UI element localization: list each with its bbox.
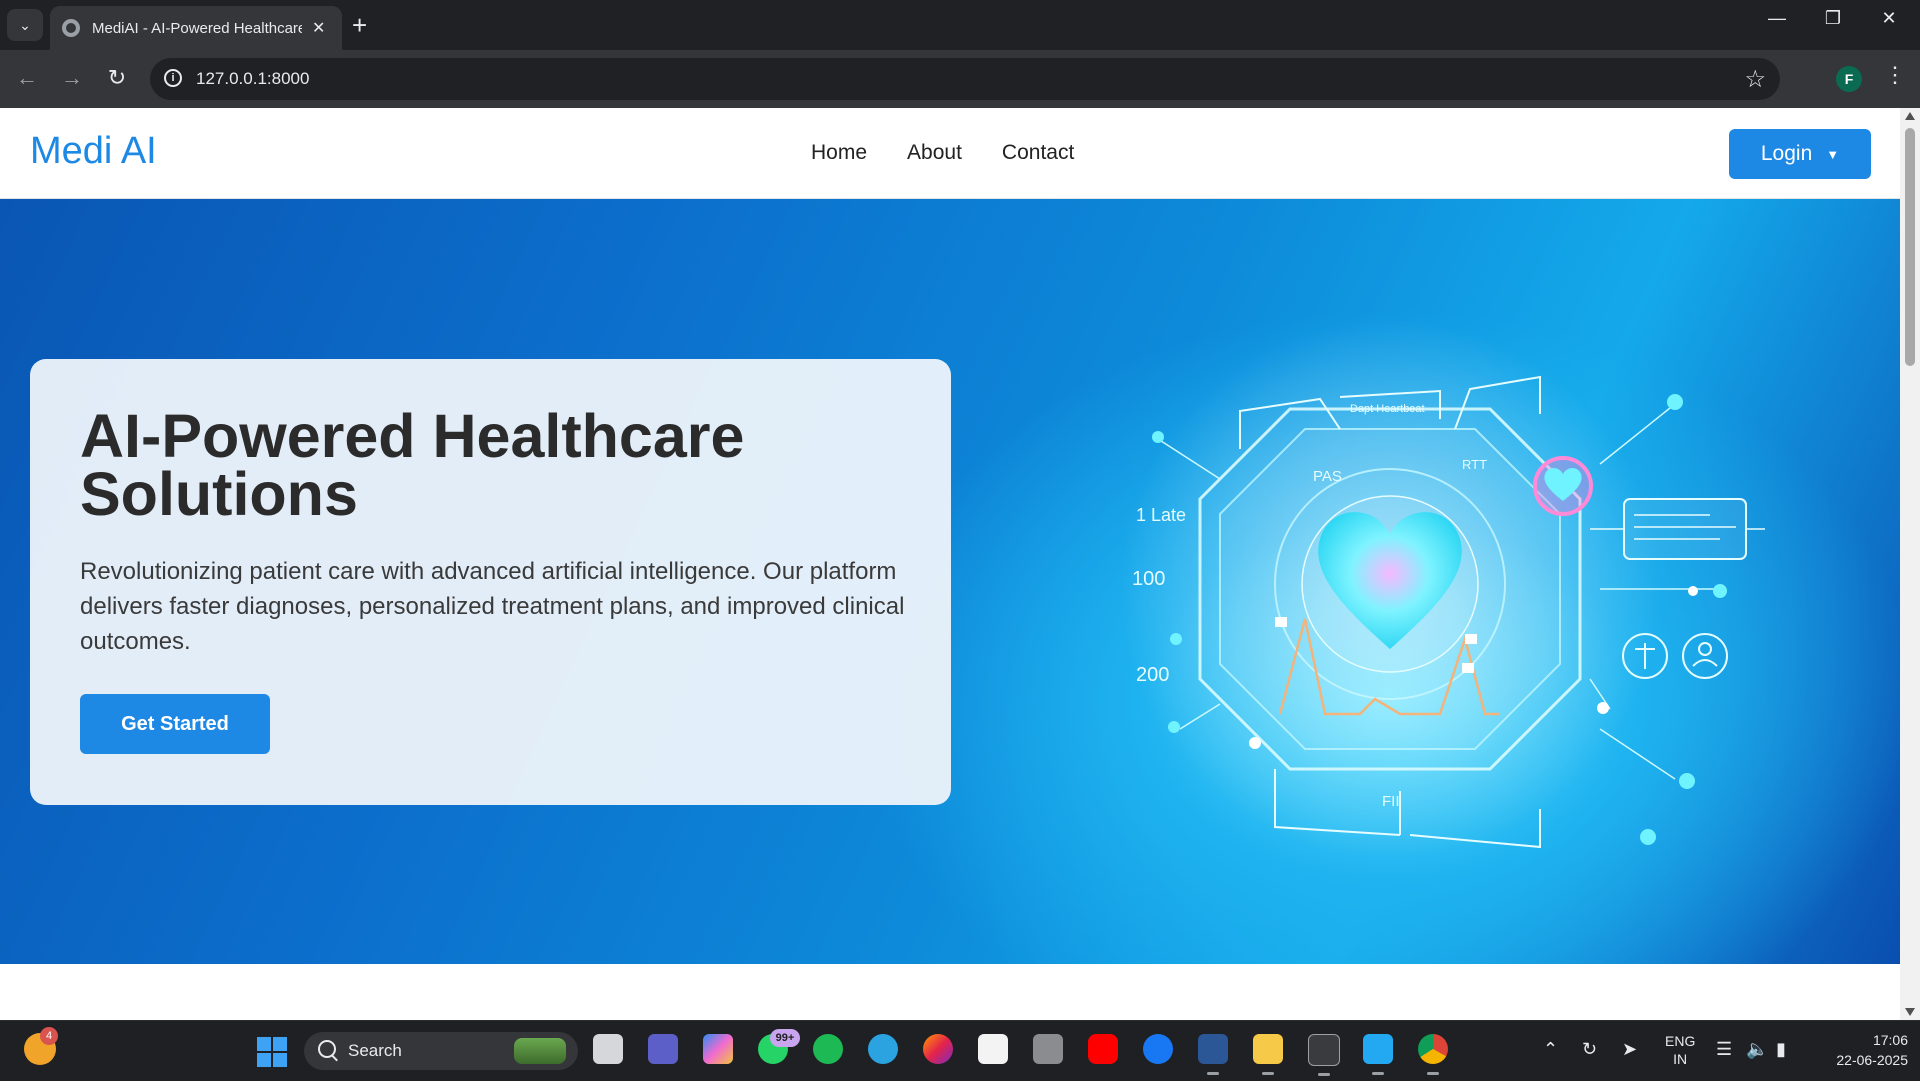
site-navbar: Medi AI Home About Contact Login ▼	[0, 108, 1900, 199]
hero-subtitle: Revolutionizing patient care with advanc…	[80, 558, 905, 655]
hero-title: AI-Powered Healthcare Solutions	[80, 402, 745, 528]
profile-avatar[interactable]: F	[1836, 66, 1862, 92]
scrollbar-thumb[interactable]	[1905, 128, 1915, 366]
scroll-up-arrow-icon[interactable]	[1905, 112, 1915, 120]
weather-widget-icon[interactable]: 4	[24, 1027, 58, 1065]
teams-icon[interactable]	[648, 1034, 678, 1064]
file-explorer-icon[interactable]	[1253, 1034, 1283, 1075]
browser-toolbar: ← → ↻ i 127.0.0.1:8000 ☆ F ⋮	[0, 50, 1920, 108]
search-highlight-image	[514, 1038, 566, 1064]
whatsapp-badge: 99+	[770, 1029, 800, 1047]
nav-about-link[interactable]: About	[907, 141, 962, 165]
illustration-label: PAS	[1313, 468, 1342, 485]
illustration-label: 100	[1132, 568, 1165, 590]
page-scrollbar[interactable]	[1900, 108, 1920, 1020]
close-window-button[interactable]: ✕	[1866, 8, 1912, 29]
tab-strip: ⌄ MediAI - AI-Powered Healthcare ✕ + — ❐…	[0, 0, 1920, 50]
forward-button[interactable]: →	[57, 64, 87, 92]
windows-taskbar: 4 Search 99+ ⌃ ↻ ➤ ENG IN ☰ 🔈 ▮ 17:06 22…	[0, 1020, 1920, 1081]
taskbar-search-box[interactable]: Search	[304, 1032, 578, 1070]
clock-time: 17:06	[1872, 1032, 1908, 1048]
heart-hologram-illustration: Dapt Heartbeat PAS RTT 1 Late 100 200 FI…	[1120, 319, 1765, 859]
chevron-down-icon: ▼	[1826, 146, 1840, 162]
minimize-button[interactable]: —	[1754, 8, 1800, 29]
globe-icon	[62, 19, 80, 37]
illustration-label: FII	[1382, 793, 1400, 810]
illustration-label: Dapt Heartbeat	[1350, 403, 1425, 415]
tab-title: MediAI - AI-Powered Healthcare	[92, 19, 302, 37]
region-code: IN	[1673, 1051, 1688, 1067]
restore-button[interactable]: ❐	[1810, 8, 1856, 29]
windows-start-icon[interactable]	[257, 1037, 287, 1067]
battery-icon[interactable]: ▮	[1776, 1039, 1786, 1060]
telegram-icon[interactable]	[868, 1034, 898, 1064]
taskbar-search-label: Search	[348, 1041, 402, 1060]
chrome-icon[interactable]	[1418, 1034, 1448, 1075]
spotify-icon[interactable]	[813, 1034, 843, 1064]
show-hidden-icons-chevron-icon[interactable]: ⌃	[1543, 1039, 1558, 1060]
tab-search-button[interactable]: ⌄	[7, 9, 43, 41]
vscode-icon[interactable]	[1363, 1034, 1393, 1075]
login-label: Login	[1760, 142, 1813, 165]
word-icon[interactable]	[1198, 1034, 1228, 1075]
login-dropdown-button[interactable]: Login ▼	[1729, 129, 1871, 179]
nav-links: Home About Contact	[811, 141, 1074, 165]
sync-icon[interactable]: ↻	[1582, 1039, 1597, 1060]
get-started-button[interactable]: Get Started	[80, 694, 270, 754]
weather-badge: 4	[40, 1027, 58, 1045]
web-page: Medi AI Home About Contact Login ▼ AI-Po…	[0, 108, 1900, 1020]
site-brand[interactable]: Medi AI	[30, 130, 157, 173]
copilot-icon[interactable]	[703, 1034, 733, 1064]
browser-tab[interactable]: MediAI - AI-Powered Healthcare ✕	[50, 6, 342, 50]
youtube-icon[interactable]	[1088, 1034, 1118, 1064]
language-indicator[interactable]: ENG IN	[1665, 1032, 1695, 1068]
nav-home-link[interactable]: Home	[811, 141, 867, 165]
volume-icon[interactable]: 🔈	[1746, 1039, 1768, 1060]
microsoft-store-icon[interactable]	[978, 1034, 1008, 1064]
hero-card: AI-Powered Healthcare Solutions Revoluti…	[30, 359, 951, 805]
site-info-icon[interactable]: i	[164, 69, 182, 87]
bookmark-star-icon[interactable]: ☆	[1744, 65, 1766, 94]
url-text[interactable]: 127.0.0.1:8000	[196, 69, 309, 89]
chevron-down-icon: ⌄	[19, 16, 31, 33]
back-button[interactable]: ←	[12, 64, 42, 92]
menu-icon[interactable]: ⋮	[1884, 62, 1906, 88]
facebook-icon[interactable]	[1143, 1034, 1173, 1064]
address-bar[interactable]: i 127.0.0.1:8000 ☆	[150, 58, 1780, 100]
reload-button[interactable]: ↻	[102, 64, 132, 92]
terminal-icon[interactable]	[1308, 1034, 1340, 1076]
scroll-down-arrow-icon[interactable]	[1905, 1008, 1915, 1016]
illustration-label: 1 Late	[1136, 505, 1186, 525]
clock-date: 22-06-2025	[1836, 1052, 1908, 1068]
location-icon[interactable]: ➤	[1622, 1039, 1637, 1060]
search-icon	[318, 1040, 336, 1058]
language-code: ENG	[1665, 1033, 1696, 1049]
close-tab-icon[interactable]: ✕	[312, 18, 325, 38]
illustration-label: 200	[1136, 664, 1169, 686]
new-tab-button[interactable]: +	[352, 10, 367, 40]
task-view-icon[interactable]	[593, 1034, 623, 1064]
hero-section: AI-Powered Healthcare Solutions Revoluti…	[0, 199, 1900, 964]
app-icon[interactable]	[1033, 1034, 1063, 1064]
illustration-label: RTT	[1462, 457, 1487, 472]
taskbar-clock[interactable]: 17:06 22-06-2025	[1812, 1030, 1908, 1070]
nav-contact-link[interactable]: Contact	[1002, 141, 1074, 165]
firefox-icon[interactable]	[923, 1034, 953, 1064]
wifi-icon[interactable]: ☰	[1716, 1039, 1732, 1060]
